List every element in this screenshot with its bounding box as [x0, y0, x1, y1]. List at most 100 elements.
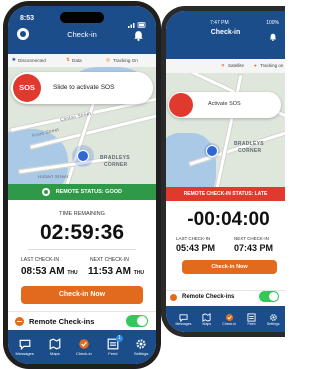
back-tab-checkin-label: Check-in [222, 321, 237, 326]
back-tab-maps[interactable]: Maps [202, 312, 212, 326]
front-status-banner: REMOTE STATUS: GOOD [8, 184, 156, 200]
back-status-time: 7:47 PM [210, 20, 229, 26]
back-tab-settings[interactable]: Settings [267, 313, 280, 326]
tab-checkin-label: Check-in [75, 351, 92, 356]
front-next-value: 11:53 AM [88, 266, 131, 277]
back-location-dot [204, 143, 220, 159]
bell-icon[interactable] [133, 28, 144, 41]
front-indicator-bar: ✱ Disconnected ⇅ Data ◎ Tracking On [8, 54, 156, 68]
back-indicator-satellite: Satellite [228, 63, 245, 68]
front-last-label: LAST CHECK-IN [21, 257, 59, 263]
notch [60, 12, 104, 23]
back-tab-settings-label: Settings [266, 321, 280, 326]
back-map[interactable]: BRADLEYS CORNER [166, 73, 285, 187]
remote-checkins-toggle[interactable] [126, 315, 148, 327]
tab-feed[interactable]: 1 Feed [107, 335, 123, 356]
front-screen: 8:53 Check-in ✱ Disconnected ⇅ Data ◎ Tr… [8, 6, 156, 364]
back-next-value: 07:43 PM [234, 243, 274, 253]
tracking-icon: ● [254, 63, 257, 68]
tab-maps[interactable]: Maps [49, 338, 61, 356]
back-phone: 7:47 PM 100% Check-in ✕ Satellite ● Trac… [161, 6, 285, 337]
front-next-value-row: 11:53 AM THU [88, 266, 144, 277]
front-indicator-disconnected: Disconnected [18, 58, 46, 63]
back-map-label-2: CORNER [238, 148, 262, 154]
back-last-value: 05:43 PM [176, 243, 216, 253]
front-sos-label: Slide to activate SOS [53, 84, 115, 91]
tab-checkin[interactable]: Check-in [76, 338, 92, 356]
time-remaining-label: TIME REMAINING [59, 211, 105, 217]
front-last-value: 08:53 AM [21, 266, 65, 277]
back-title: Check-in [210, 29, 241, 36]
gear-icon [136, 339, 146, 349]
back-countdown: -00:04:00 [187, 209, 270, 230]
feed-badge: 1 [115, 335, 123, 342]
back-tab-messages[interactable]: Messages [175, 313, 191, 326]
checkin-icon [225, 313, 233, 321]
tab-messages-label: Messages [15, 351, 34, 356]
back-tab-messages-label: Messages [175, 321, 192, 326]
map-icon [49, 338, 61, 350]
feed-icon [247, 312, 256, 322]
countdown-divider [28, 249, 136, 250]
front-next-day: THU [133, 270, 145, 276]
checkin-icon [79, 339, 89, 349]
tracking-icon: ◎ [106, 57, 111, 62]
back-tab-checkin[interactable]: Check-in [222, 313, 236, 326]
tab-messages[interactable]: Messages [16, 338, 34, 356]
front-tab-bar: Messages Maps Check-in 1 Feed Settings [8, 330, 156, 364]
back-sos-label: Activate SOS [208, 101, 241, 107]
back-sos-slider[interactable]: Activate SOS [168, 92, 281, 118]
data-icon: ⇅ [66, 57, 70, 62]
remote-checkin-icon [15, 317, 24, 326]
tab-settings-label: Settings [133, 351, 149, 356]
check-in-now-button[interactable]: Check-in Now [21, 286, 143, 304]
front-next-label: NEXT CHECK-IN [90, 257, 129, 263]
remote-checkins-label: Remote Check-ins [29, 317, 95, 326]
street-label-hobart: Hobart Street [38, 174, 69, 179]
front-status-time: 8:53 [20, 15, 35, 22]
back-header: 7:47 PM 100% Check-in [166, 11, 285, 59]
back-tab-bar: Messages Maps Check-in Feed Settings [166, 306, 285, 332]
front-phone: 8:53 Check-in ✱ Disconnected ⇅ Data ◎ Tr… [3, 1, 161, 369]
front-header: 8:53 Check-in [8, 6, 156, 54]
back-indicator-bar: ✕ Satellite ● Tracking on [166, 59, 285, 74]
back-remote-icon [170, 294, 177, 301]
signal-battery-icon [128, 15, 146, 28]
bell-icon[interactable] [269, 28, 277, 41]
gear-icon [269, 313, 277, 321]
back-sos-knob[interactable] [169, 93, 193, 117]
tab-feed-label: Feed [108, 351, 118, 356]
back-remote-toggle[interactable] [259, 291, 279, 302]
front-map-label-2: CORNER [104, 162, 128, 168]
front-map-label-1: BRADLEYS [100, 155, 130, 161]
back-check-in-button[interactable]: Check-in Now [182, 260, 277, 274]
front-sos-slider[interactable]: SOS Slide to activate SOS [11, 72, 153, 104]
back-map-label-1: BRADLEYS [234, 141, 264, 147]
front-last-day: THU [67, 270, 78, 276]
tab-settings[interactable]: Settings [134, 338, 148, 356]
tab-maps-label: Maps [49, 351, 60, 356]
remote-checkins-row: Remote Check-ins [8, 311, 156, 330]
message-icon [179, 313, 188, 322]
back-remote-label: Remote Check-ins [182, 294, 235, 300]
front-location-dot [72, 145, 94, 167]
back-tab-feed-label: Feed [247, 321, 256, 326]
front-indicator-tracking: Tracking On [113, 58, 138, 63]
disconnected-icon: ✱ [12, 57, 16, 62]
back-screen: 7:47 PM 100% Check-in ✕ Satellite ● Trac… [166, 11, 285, 332]
sos-knob[interactable]: SOS [13, 74, 41, 102]
back-tab-maps-label: Maps [202, 321, 212, 326]
satellite-icon: ✕ [221, 63, 225, 68]
map-icon [202, 312, 211, 322]
back-tab-feed[interactable]: Feed [247, 312, 256, 326]
back-last-label: LAST CHECK-IN [176, 236, 211, 241]
back-indicator-tracking: Tracking on [260, 63, 284, 68]
front-last-value-row: 08:53 AM THU [21, 266, 78, 277]
message-icon [19, 339, 31, 350]
back-status-banner: REMOTE CHECK-IN STATUS: LATE [166, 187, 285, 201]
back-status-banner-text: REMOTE CHECK-IN STATUS: LATE [183, 191, 268, 197]
front-countdown: 02:59:36 [39, 221, 125, 244]
front-status-banner-text: REMOTE STATUS: GOOD [55, 189, 122, 195]
back-next-label: NEXT CHECK-IN [234, 236, 269, 241]
back-remote-row: Remote Check-ins [166, 290, 285, 305]
